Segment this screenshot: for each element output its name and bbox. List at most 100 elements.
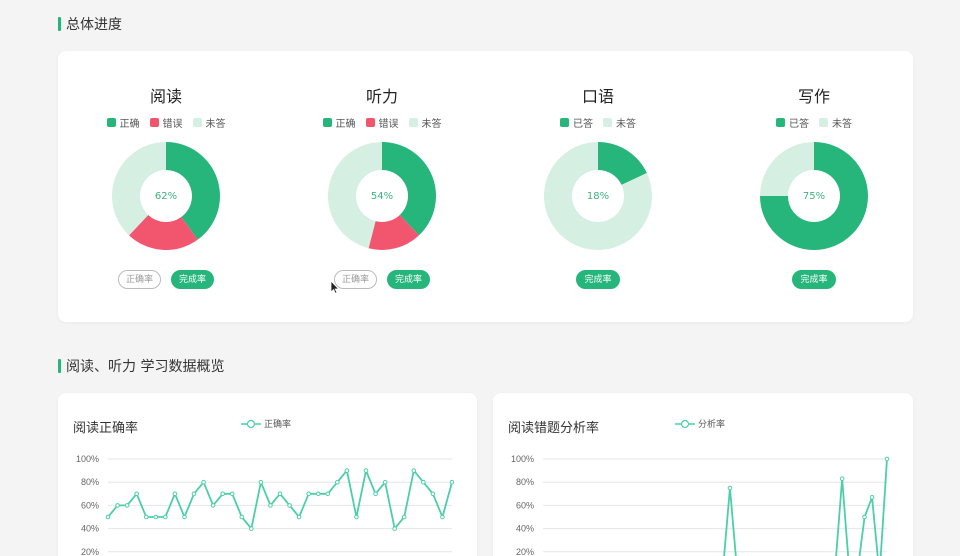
legend-item-correct: 正确 <box>106 115 140 130</box>
legend-label: 已答 <box>789 119 809 130</box>
legend-item-wrong: 错误 <box>149 115 183 130</box>
donut-chart: 62% <box>111 141 221 251</box>
legend-label: 正确 <box>335 119 356 130</box>
legend-line-icon <box>241 419 261 428</box>
data-point[interactable] <box>869 494 875 500</box>
data-point[interactable] <box>440 514 445 520</box>
data-point[interactable] <box>335 479 340 485</box>
data-point[interactable] <box>421 479 426 485</box>
data-point[interactable] <box>191 491 197 497</box>
data-point[interactable] <box>411 468 417 473</box>
section-title-text: 阅读、听力 学习数据概览 <box>66 359 225 375</box>
accuracy-button[interactable]: 正确率 <box>333 270 377 289</box>
legend-label: 错误 <box>378 119 399 130</box>
progress-card: 阅读 正确 错误 未答 62% 正确率 完成率 听力 正确 错误 未答 54% … <box>58 51 913 322</box>
reading-error-analysis-card: 阅读错题分析率 分析率 100% 80% 60% 40% 20% <box>493 393 913 556</box>
data-point[interactable] <box>373 491 378 497</box>
data-point[interactable] <box>134 491 139 497</box>
donut-chart: 18% <box>543 141 653 251</box>
legend-swatch <box>149 118 159 127</box>
legend-swatch <box>560 118 569 127</box>
donut-legend: 正确 错误 未答 <box>274 115 490 130</box>
legend-item-unanswered: 未答 <box>819 115 852 130</box>
data-point[interactable] <box>306 491 311 497</box>
data-point[interactable] <box>727 485 733 491</box>
accuracy-button[interactable]: 正确率 <box>117 270 161 289</box>
donut-center-label: 18% <box>586 190 610 202</box>
data-point[interactable] <box>430 491 436 497</box>
legend-item-unanswered: 未答 <box>603 115 636 130</box>
data-point[interactable] <box>392 526 397 531</box>
data-point[interactable] <box>143 514 149 520</box>
data-point[interactable] <box>201 479 206 485</box>
line-chart: 100% 80% 60% 40% 20% <box>511 454 890 556</box>
donut-legend: 已答 未答 <box>706 115 922 130</box>
data-point[interactable] <box>268 503 273 508</box>
section-title-text: 总体进度 <box>66 17 122 33</box>
data-point[interactable] <box>287 503 292 508</box>
data-point[interactable] <box>182 514 187 520</box>
completion-button[interactable]: 完成率 <box>387 270 431 289</box>
subject-listening: 听力 正确 错误 未答 54% 正确率 完成率 <box>274 51 490 322</box>
section-marker <box>58 17 61 31</box>
donut-legend: 已答 未答 <box>490 115 706 130</box>
y-tick-label: 20% <box>516 547 534 556</box>
donut-center-label: 75% <box>802 190 826 202</box>
donut-center-label: 54% <box>370 190 394 202</box>
completion-button[interactable]: 完成率 <box>576 270 620 289</box>
chart-title: 阅读正确率 <box>73 421 139 436</box>
completion-button[interactable]: 完成率 <box>171 270 215 289</box>
data-point[interactable] <box>354 514 359 520</box>
legend-label: 已答 <box>573 119 593 130</box>
data-point[interactable] <box>105 514 111 520</box>
data-point[interactable] <box>884 456 890 462</box>
data-point[interactable] <box>382 479 388 485</box>
data-point[interactable] <box>239 514 245 520</box>
data-point[interactable] <box>363 468 369 473</box>
data-point[interactable] <box>325 491 331 497</box>
data-point[interactable] <box>449 479 455 485</box>
data-point[interactable] <box>210 503 216 508</box>
legend-item-answered: 已答 <box>776 115 809 130</box>
y-tick-label: 100% <box>511 454 534 464</box>
data-point[interactable] <box>401 514 407 520</box>
data-point[interactable] <box>249 526 254 531</box>
y-tick-label: 80% <box>81 477 99 487</box>
donut-legend: 正确 错误 未答 <box>58 115 274 130</box>
legend-line-icon <box>675 419 695 428</box>
data-point[interactable] <box>153 514 159 520</box>
subject-title: 阅读 <box>149 87 182 106</box>
data-point[interactable] <box>229 491 235 497</box>
legend-label: 正确率 <box>264 420 292 430</box>
y-tick-label: 40% <box>516 524 534 534</box>
legend-label: 未答 <box>832 119 852 130</box>
data-point[interactable] <box>172 491 178 497</box>
data-point[interactable] <box>315 491 321 497</box>
data-point[interactable] <box>220 491 225 497</box>
donut-center-label: 62% <box>154 190 178 202</box>
data-point[interactable] <box>258 479 264 485</box>
data-point[interactable] <box>344 468 350 473</box>
data-point[interactable] <box>296 514 302 520</box>
donut-chart: 75% <box>759 141 869 251</box>
donut-chart: 54% <box>327 141 437 251</box>
chart-title: 阅读错题分析率 <box>508 421 600 436</box>
subject-title: 口语 <box>581 87 614 106</box>
data-point[interactable] <box>163 514 168 520</box>
data-point[interactable] <box>862 514 867 520</box>
completion-button[interactable]: 完成率 <box>792 270 836 289</box>
subject-speaking: 口语 已答 未答 18% 完成率 <box>490 51 706 322</box>
chart-legend: 正确率 <box>241 417 291 430</box>
legend-label: 分析率 <box>698 420 726 430</box>
series-line <box>107 469 453 530</box>
y-tick-label: 60% <box>516 500 534 510</box>
y-tick-label: 20% <box>81 547 99 556</box>
section-marker <box>58 359 61 373</box>
button-group: 正确率 完成率 <box>58 270 274 289</box>
data-point[interactable] <box>124 503 130 508</box>
data-point[interactable] <box>839 476 845 482</box>
data-point[interactable] <box>115 503 120 508</box>
legend-swatch <box>365 118 375 127</box>
legend-label: 正确 <box>119 119 140 130</box>
data-point[interactable] <box>277 491 283 497</box>
